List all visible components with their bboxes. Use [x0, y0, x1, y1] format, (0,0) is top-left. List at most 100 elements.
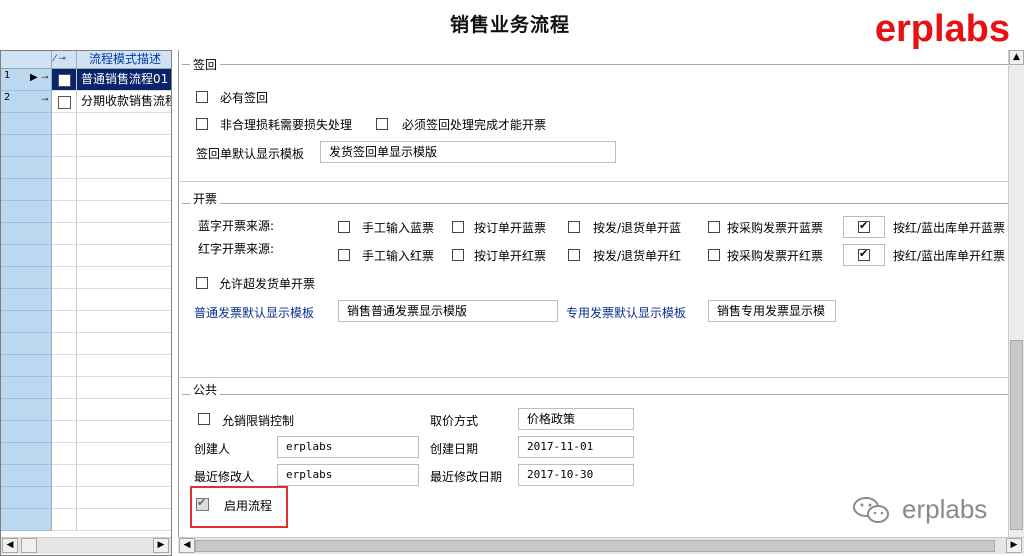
- row-checkbox-cell: [52, 91, 77, 113]
- empty-row: [1, 289, 171, 311]
- red-manual-checkbox[interactable]: [338, 249, 350, 261]
- red-by-order-checkbox[interactable]: [452, 249, 464, 261]
- empty-row: [1, 113, 171, 135]
- panel-horizontal-scrollbar[interactable]: ◀ ▶: [178, 537, 1024, 554]
- flow-list-grid[interactable]: ⁄ ⊸ 流程模式描述 1 ▶ ⊸ 普通销售流程01 2 ⊸ 分期收款销售流程: [0, 50, 172, 556]
- creator-label: 创建人: [194, 442, 231, 456]
- empty-row: [1, 465, 171, 487]
- signback-group-label: 签回: [190, 56, 221, 73]
- empty-row: [1, 179, 171, 201]
- empty-row: [1, 135, 171, 157]
- divider: [180, 181, 1008, 182]
- scroll-right-icon[interactable]: ▶: [1006, 538, 1022, 553]
- panel-vertical-scrollbar[interactable]: ▲: [1008, 50, 1024, 537]
- modified-date-field[interactable]: 2017-10-30: [518, 464, 634, 486]
- blue-by-purchase-checkbox[interactable]: [708, 221, 720, 233]
- invoice-group-label: 开票: [190, 190, 221, 207]
- blue-by-outbound-cell: [843, 216, 885, 238]
- pin-icon: ⊸: [41, 95, 49, 105]
- red-by-outbound-cell: [843, 244, 885, 266]
- signback-group: 签回: [182, 56, 1008, 73]
- empty-row: [1, 355, 171, 377]
- must-complete-label: 必须签回处理完成才能开票: [402, 118, 547, 132]
- row-checkbox[interactable]: [58, 74, 71, 87]
- empty-row: [1, 267, 171, 289]
- abnormal-loss-label: 非合理损耗需要损失处理: [220, 118, 353, 132]
- red-by-outbound-checkbox[interactable]: [858, 247, 870, 261]
- invoice-group: 开票: [182, 190, 1008, 207]
- blue-by-delivery-label: 按发/退货单开蓝: [593, 221, 682, 235]
- abnormal-loss-checkbox[interactable]: [196, 118, 208, 130]
- empty-row: [1, 157, 171, 179]
- scroll-right-icon[interactable]: ▶: [153, 538, 169, 553]
- special-invoice-template-field[interactable]: 销售专用发票显示模: [708, 300, 836, 322]
- must-complete-checkbox[interactable]: [376, 118, 388, 130]
- grid-horizontal-scrollbar[interactable]: ◀ ▶: [1, 537, 171, 554]
- modified-date-label: 最近修改日期: [430, 470, 503, 484]
- common-group-label: 公共: [190, 381, 221, 398]
- empty-row: [1, 487, 171, 509]
- red-by-purchase-label: 按采购发票开红票: [727, 249, 824, 263]
- wechat-icon: [853, 497, 889, 523]
- price-method-label: 取价方式: [430, 414, 479, 428]
- red-by-delivery-checkbox[interactable]: [568, 249, 580, 261]
- empty-row: [1, 421, 171, 443]
- price-method-field[interactable]: 价格政策: [518, 408, 634, 430]
- brand-logo-text: erplabs: [874, 8, 1010, 50]
- row-checkbox-cell: [52, 69, 77, 91]
- enable-flow-checkbox[interactable]: [196, 496, 209, 511]
- must-sign-checkbox[interactable]: [196, 91, 208, 103]
- blue-by-outbound-checkbox[interactable]: [858, 219, 870, 233]
- title-bar: 销售业务流程 erplabs: [0, 0, 1024, 50]
- blue-by-outbound-label: 按红/蓝出库单开蓝票: [893, 221, 1006, 235]
- row-checkbox[interactable]: [58, 96, 71, 109]
- normal-invoice-template-label: 普通发票默认显示模板: [194, 306, 315, 320]
- table-row[interactable]: 2 ⊸ 分期收款销售流程: [1, 91, 171, 113]
- normal-invoice-template-field[interactable]: 销售普通发票显示模版: [338, 300, 558, 322]
- empty-row: [1, 509, 171, 531]
- grid-header-flag: ⁄ ⊸: [52, 51, 77, 69]
- enable-flow-label: 启用流程: [224, 499, 273, 513]
- modifier-label: 最近修改人: [194, 470, 255, 484]
- blue-manual-label: 手工输入蓝票: [362, 221, 435, 235]
- limit-control-checkbox[interactable]: [198, 413, 210, 425]
- scroll-up-icon[interactable]: ▲: [1009, 50, 1024, 65]
- special-invoice-template-label: 专用发票默认显示模板: [566, 306, 687, 320]
- blue-by-delivery-checkbox[interactable]: [568, 221, 580, 233]
- common-group: 公共: [182, 381, 1008, 398]
- row-desc[interactable]: 普通销售流程01: [77, 69, 171, 91]
- empty-row: [1, 377, 171, 399]
- blue-source-label: 蓝字开票来源:: [198, 219, 275, 233]
- vertical-scroll-thumb[interactable]: [1010, 340, 1023, 530]
- blue-manual-checkbox[interactable]: [338, 221, 350, 233]
- grid-header: ⁄ ⊸ 流程模式描述: [1, 51, 171, 69]
- empty-row: [1, 311, 171, 333]
- blue-by-order-checkbox[interactable]: [452, 221, 464, 233]
- horizontal-scroll-thumb[interactable]: [195, 540, 995, 552]
- empty-row: [1, 333, 171, 355]
- must-sign-label: 必有签回: [220, 91, 269, 105]
- empty-row: [1, 399, 171, 421]
- blue-by-purchase-label: 按采购发票开蓝票: [727, 221, 824, 235]
- limit-control-label: 允销限销控制: [222, 414, 295, 428]
- created-date-field[interactable]: 2017-11-01: [518, 436, 634, 458]
- signback-template-field[interactable]: 发货签回单显示模版: [320, 141, 616, 163]
- row-desc[interactable]: 分期收款销售流程: [77, 91, 171, 113]
- red-by-delivery-label: 按发/退货单开红: [593, 249, 682, 263]
- grid-header-rownum: [1, 51, 52, 69]
- scroll-left-icon[interactable]: ◀: [2, 538, 18, 553]
- blue-by-order-label: 按订单开蓝票: [474, 221, 547, 235]
- red-by-purchase-checkbox[interactable]: [708, 249, 720, 261]
- allow-over-invoice-checkbox[interactable]: [196, 277, 208, 289]
- modifier-field[interactable]: erplabs: [277, 464, 419, 486]
- scroll-left-icon[interactable]: ◀: [179, 538, 195, 553]
- created-date-label: 创建日期: [430, 442, 479, 456]
- grid-header-desc[interactable]: 流程模式描述: [77, 51, 171, 69]
- table-row[interactable]: 1 ▶ ⊸ 普通销售流程01: [1, 69, 171, 91]
- creator-field[interactable]: erplabs: [277, 436, 419, 458]
- scroll-thumb[interactable]: [21, 538, 37, 553]
- empty-row: [1, 443, 171, 465]
- red-source-label: 红字开票来源:: [198, 242, 275, 256]
- watermark-text: erplabs: [902, 494, 988, 524]
- pin-icon: ⊸: [41, 73, 49, 83]
